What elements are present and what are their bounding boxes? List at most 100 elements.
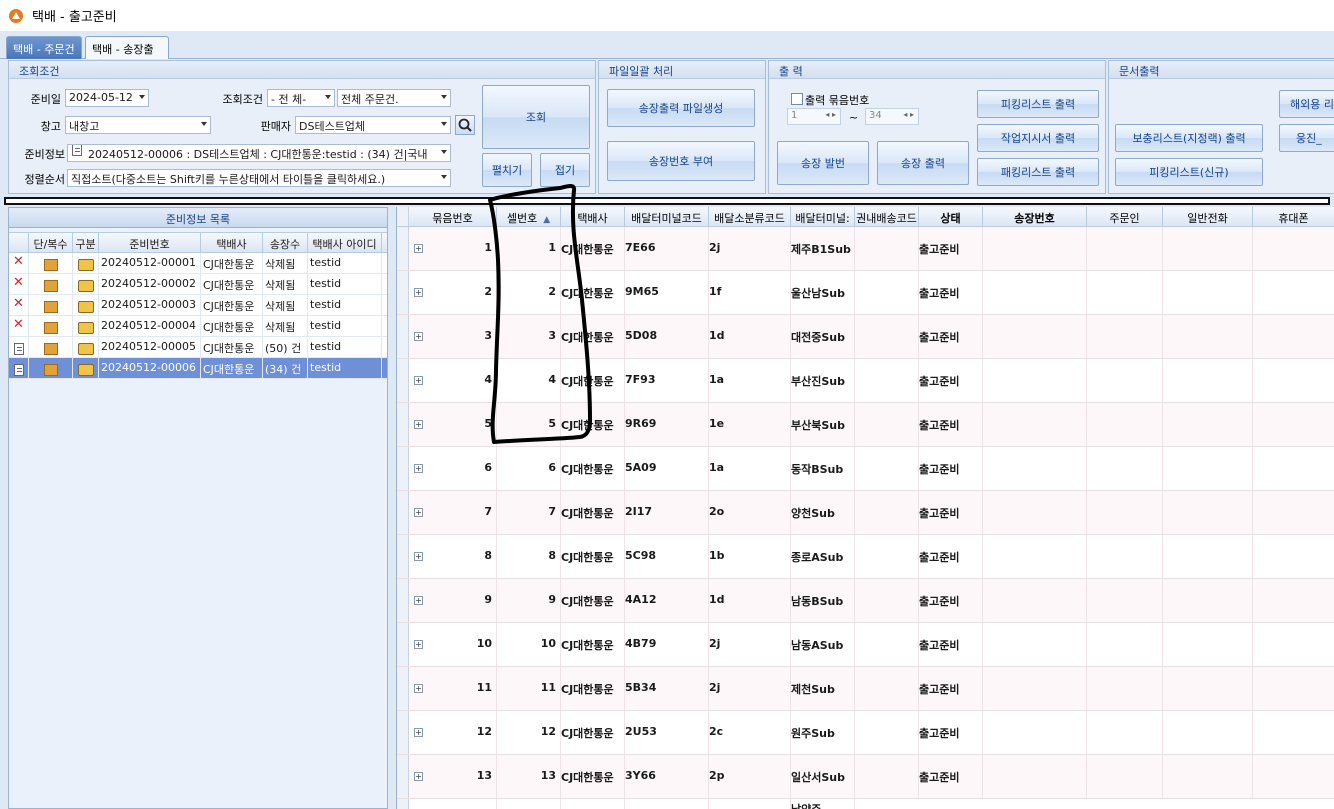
row-indicator[interactable] — [397, 315, 409, 358]
column-header[interactable]: 일반전화 — [1163, 207, 1253, 226]
grid-row[interactable]: +7 7 CJ대한통운 2I17 2o 양천Sub 출고준비 — [397, 491, 1334, 535]
collapse-button[interactable]: 접기 — [540, 153, 590, 187]
row-indicator[interactable] — [397, 579, 409, 622]
grid-row[interactable]: +12 12 CJ대한통운 2U53 2c 원주Sub 출고준비 — [397, 711, 1334, 755]
grid-row[interactable]: +2 2 CJ대한통운 9M65 1f 울산남Sub 출고준비 — [397, 271, 1334, 315]
row-indicator[interactable] — [397, 667, 409, 710]
column-header[interactable]: 송장수 — [263, 233, 308, 252]
grid-row[interactable]: +3 3 CJ대한통운 5D08 1d 대전중Sub 출고준비 — [397, 315, 1334, 359]
splitter-bar[interactable] — [4, 197, 1330, 205]
tab-orders[interactable]: 택배 - 주문건 — [6, 36, 82, 59]
row-indicator[interactable] — [397, 711, 409, 754]
seller-search-button[interactable] — [455, 115, 475, 135]
column-header[interactable]: 묶음번호 — [409, 207, 497, 226]
sort-order-select[interactable]: 직접소트(다중소트는 Shift키를 누른상태에서 타이틀을 클릭하세요.) — [67, 169, 451, 187]
row-indicator[interactable] — [397, 623, 409, 666]
expand-plus-icon[interactable]: + — [414, 552, 423, 561]
expand-plus-icon[interactable]: + — [414, 376, 423, 385]
expand-plus-icon[interactable]: + — [414, 684, 423, 693]
grid-row[interactable]: +5 5 CJ대한통운 9R69 1e 부산북Sub 출고준비 — [397, 403, 1334, 447]
tab-invoice-print[interactable]: 택배 - 송장출력 — [85, 36, 169, 72]
column-header[interactable]: 택배사 — [561, 207, 625, 226]
expand-plus-icon[interactable]: + — [414, 772, 423, 781]
row-indicator[interactable] — [397, 227, 409, 270]
print-invoice-button[interactable]: 송장 출력 — [877, 141, 969, 185]
condition-select[interactable]: - 전 체- — [267, 89, 335, 107]
expand-plus-icon[interactable]: + — [414, 508, 423, 517]
column-header[interactable]: 단/복수 — [29, 233, 73, 252]
grid-row[interactable]: +10 10 CJ대한통운 4B79 2j 남동ASub 출고준비 — [397, 623, 1334, 667]
column-header[interactable]: 주문인 — [1087, 207, 1163, 226]
bundle-number[interactable]: +5 — [409, 403, 497, 446]
expand-plus-icon[interactable]: + — [414, 332, 423, 341]
list-row[interactable]: 20240512-00006 CJ대한통운 (34) 건 testid — [9, 358, 387, 379]
print-packing-list-button[interactable]: 패킹리스트 출력 — [977, 158, 1099, 186]
grid-row[interactable]: +1 1 CJ대한통운 7E66 2j 제주B1Sub 출고준비 — [397, 227, 1334, 271]
grid-row[interactable]: +11 11 CJ대한통운 5B34 2j 제천Sub 출고준비 — [397, 667, 1334, 711]
expand-plus-icon[interactable]: + — [414, 464, 423, 473]
bundle-number[interactable]: +3 — [409, 315, 497, 358]
grid-row[interactable]: +4 4 CJ대한통운 7F93 1a 부산진Sub 출고준비 — [397, 359, 1334, 403]
bundle-number[interactable]: +1 — [409, 227, 497, 270]
overseas-print-button[interactable]: 해외용 리 — [1279, 90, 1334, 118]
grid-row[interactable]: +8 8 CJ대한통운 5C98 1b 종로ASub 출고준비 — [397, 535, 1334, 579]
bundle-number[interactable]: +12 — [409, 711, 497, 754]
create-invoice-file-button[interactable]: 송장출력 파일생성 — [607, 89, 755, 127]
print-refill-list-button[interactable]: 보충리스트(지정랙) 출력 — [1115, 124, 1263, 152]
list-row[interactable]: ✕ 20240512-00002 CJ대한통운 삭제됨 testid — [9, 274, 387, 295]
column-header[interactable] — [9, 233, 29, 252]
column-header[interactable]: 구분 — [73, 233, 99, 252]
seller-select[interactable]: DS테스트업체 — [295, 116, 451, 134]
expand-plus-icon[interactable]: + — [414, 288, 423, 297]
row-indicator[interactable] — [397, 799, 409, 809]
bundle-number[interactable]: +10 — [409, 623, 497, 666]
list-row[interactable]: ✕ 20240512-00003 CJ대한통운 삭제됨 testid — [9, 295, 387, 316]
bundle-number[interactable]: +4 — [409, 359, 497, 402]
bundle-number[interactable]: +6 — [409, 447, 497, 490]
expand-plus-icon[interactable]: + — [414, 244, 423, 253]
assign-invoice-number-button[interactable]: 송장번호 부여 — [607, 141, 755, 181]
date-picker[interactable]: 2024-05-12 — [65, 89, 149, 107]
expand-plus-icon[interactable]: + — [414, 728, 423, 737]
row-indicator[interactable] — [397, 447, 409, 490]
list-row[interactable]: ✕ 20240512-00004 CJ대한통운 삭제됨 testid — [9, 316, 387, 337]
print-picking-list-button[interactable]: 피킹리스트 출력 — [977, 90, 1099, 118]
expand-plus-icon[interactable]: + — [414, 596, 423, 605]
row-indicator[interactable] — [397, 755, 409, 798]
bundle-from-spinner[interactable]: 1 ◂ ▸ — [787, 108, 841, 125]
column-header[interactable]: 권내배송코드 — [855, 207, 919, 226]
print-work-order-button[interactable]: 작업지시서 출력 — [977, 124, 1099, 152]
row-indicator[interactable] — [397, 535, 409, 578]
list-row[interactable]: ✕ 20240512-00001 CJ대한통운 삭제됨 testid — [9, 253, 387, 274]
column-header[interactable]: 송장번호 — [983, 207, 1087, 226]
column-header[interactable]: 배달소분류코드 — [709, 207, 791, 226]
search-button[interactable]: 조회 — [482, 85, 590, 149]
row-indicator[interactable] — [397, 403, 409, 446]
column-header-sorted[interactable]: 셀번호 ▲ — [497, 207, 561, 226]
row-indicator[interactable] — [397, 271, 409, 314]
row-indicator[interactable] — [397, 491, 409, 534]
list-row[interactable]: 20240512-00005 CJ대한통운 (50) 건 testid — [9, 337, 387, 358]
column-header[interactable]: 배달터미널: — [791, 207, 855, 226]
grid-row[interactable]: +13 13 CJ대한통운 3Y66 2p 일산서Sub 출고준비 — [397, 755, 1334, 799]
bundle-number[interactable]: +7 — [409, 491, 497, 534]
column-header[interactable]: 택배사 — [201, 233, 263, 252]
row-indicator[interactable] — [397, 359, 409, 402]
column-header[interactable]: 택배사 아이디 — [308, 233, 382, 252]
column-header[interactable]: 상태 — [919, 207, 983, 226]
warehouse-select[interactable]: 내창고 — [65, 116, 211, 134]
bundle-number-checkbox[interactable] — [791, 93, 803, 105]
order-type-select[interactable]: 전체 주문건. — [337, 89, 451, 107]
grid-row-partial[interactable]: 남양주 — [397, 799, 1334, 809]
woongjin-button[interactable]: 웅진_ — [1279, 124, 1334, 152]
bundle-number[interactable]: +2 — [409, 271, 497, 314]
column-header[interactable]: 휴대폰 — [1253, 207, 1334, 226]
column-header[interactable]: 준비번호 — [99, 233, 201, 252]
grid-row[interactable]: +6 6 CJ대한통운 5A09 1a 동작BSub 출고준비 — [397, 447, 1334, 491]
bundle-number[interactable]: +13 — [409, 755, 497, 798]
expand-plus-icon[interactable]: + — [414, 640, 423, 649]
expand-plus-icon[interactable]: + — [414, 420, 423, 429]
bundle-number[interactable]: +9 — [409, 579, 497, 622]
expand-button[interactable]: 펼치기 — [482, 153, 532, 187]
column-header[interactable]: 배달터미널코드 — [625, 207, 709, 226]
